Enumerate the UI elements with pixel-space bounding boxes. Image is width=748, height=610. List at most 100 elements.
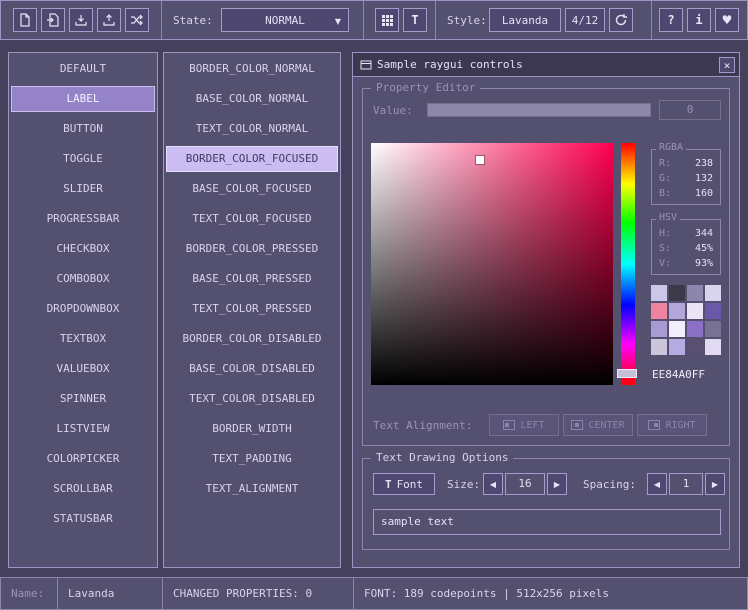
- control-item-toggle[interactable]: TOGGLE: [11, 146, 155, 172]
- property-item-base-color-disabled[interactable]: BASE_COLOR_DISABLED: [166, 356, 338, 382]
- load-style-button[interactable]: [41, 8, 65, 32]
- color-picker-cursor[interactable]: [476, 156, 484, 164]
- properties-list-panel: BORDER_COLOR_NORMAL BASE_COLOR_NORMAL TE…: [163, 52, 341, 568]
- palette-swatch[interactable]: [687, 339, 703, 355]
- chevron-down-icon: ▼: [335, 17, 341, 26]
- palette-swatch[interactable]: [669, 285, 685, 301]
- control-item-checkbox[interactable]: CHECKBOX: [11, 236, 155, 262]
- help-button[interactable]: ?: [659, 8, 683, 32]
- size-value-box[interactable]: 16: [505, 473, 545, 495]
- property-item-border-color-pressed[interactable]: BORDER_COLOR_PRESSED: [166, 236, 338, 262]
- control-item-colorpicker[interactable]: COLORPICKER: [11, 446, 155, 472]
- export-file-icon: [102, 13, 116, 27]
- color-palette: [651, 285, 721, 355]
- new-style-button[interactable]: [13, 8, 37, 32]
- sample-text-input[interactable]: sample text: [373, 509, 721, 535]
- palette-swatch[interactable]: [705, 285, 721, 301]
- right-arrow-icon: ▶: [554, 480, 560, 489]
- palette-swatch[interactable]: [651, 339, 667, 355]
- sample-window-titlebar[interactable]: Sample raygui controls ×: [353, 53, 739, 77]
- align-right-button[interactable]: RIGHT: [637, 414, 707, 436]
- state-value: NORMAL: [265, 14, 305, 27]
- palette-swatch[interactable]: [651, 321, 667, 337]
- export-style-button[interactable]: [97, 8, 121, 32]
- palette-swatch[interactable]: [687, 303, 703, 319]
- style-index-value: 4/12: [572, 14, 599, 27]
- spacing-increase-button[interactable]: ▶: [705, 473, 725, 495]
- palette-swatch[interactable]: [669, 303, 685, 319]
- random-style-button[interactable]: [125, 8, 149, 32]
- font-view-button[interactable]: T: [403, 8, 427, 32]
- palette-swatch[interactable]: [687, 321, 703, 337]
- control-item-dropdownbox[interactable]: DROPDOWNBOX: [11, 296, 155, 322]
- property-item-text-color-normal[interactable]: TEXT_COLOR_NORMAL: [166, 116, 338, 142]
- sponsor-button[interactable]: ♥: [715, 8, 739, 32]
- property-item-border-color-disabled[interactable]: BORDER_COLOR_DISABLED: [166, 326, 338, 352]
- question-icon: ?: [667, 13, 674, 27]
- palette-swatch[interactable]: [705, 303, 721, 319]
- control-item-progressbar[interactable]: PROGRESSBAR: [11, 206, 155, 232]
- save-file-icon: [74, 13, 88, 27]
- align-center-button[interactable]: CENTER: [563, 414, 633, 436]
- palette-swatch[interactable]: [651, 285, 667, 301]
- control-item-button[interactable]: BUTTON: [11, 116, 155, 142]
- control-item-valuebox[interactable]: VALUEBOX: [11, 356, 155, 382]
- value-slider[interactable]: [427, 103, 651, 117]
- control-item-spinner[interactable]: SPINNER: [11, 386, 155, 412]
- hue-slider-handle[interactable]: [617, 369, 637, 378]
- property-item-border-color-normal[interactable]: BORDER_COLOR_NORMAL: [166, 56, 338, 82]
- control-item-statusbar[interactable]: STATUSBAR: [11, 506, 155, 532]
- property-item-base-color-pressed[interactable]: BASE_COLOR_PRESSED: [166, 266, 338, 292]
- control-item-label[interactable]: LABEL: [11, 86, 155, 112]
- spacing-decrease-button[interactable]: ◀: [647, 473, 667, 495]
- property-item-border-color-focused[interactable]: BORDER_COLOR_FOCUSED: [166, 146, 338, 172]
- control-item-combobox[interactable]: COMBOBOX: [11, 266, 155, 292]
- property-item-text-alignment[interactable]: TEXT_ALIGNMENT: [166, 476, 338, 502]
- control-item-slider[interactable]: SLIDER: [11, 176, 155, 202]
- property-item-text-color-disabled[interactable]: TEXT_COLOR_DISABLED: [166, 386, 338, 412]
- property-item-base-color-focused[interactable]: BASE_COLOR_FOCUSED: [166, 176, 338, 202]
- size-decrease-button[interactable]: ◀: [483, 473, 503, 495]
- property-item-text-color-pressed[interactable]: TEXT_COLOR_PRESSED: [166, 296, 338, 322]
- statusbar-style-name[interactable]: Lavanda: [57, 577, 163, 610]
- reload-style-button[interactable]: [609, 8, 633, 32]
- rgba-row-r: R: 238: [652, 156, 720, 171]
- hue-bar[interactable]: [621, 143, 635, 385]
- style-name-value: Lavanda: [502, 14, 548, 27]
- close-button[interactable]: ×: [719, 57, 735, 73]
- spacing-value-box[interactable]: 1: [669, 473, 703, 495]
- control-item-textbox[interactable]: TEXTBOX: [11, 326, 155, 352]
- palette-swatch[interactable]: [687, 285, 703, 301]
- property-item-text-color-focused[interactable]: TEXT_COLOR_FOCUSED: [166, 206, 338, 232]
- sample-window-title: Sample raygui controls: [377, 58, 523, 71]
- property-item-text-padding[interactable]: TEXT_PADDING: [166, 446, 338, 472]
- property-item-base-color-normal[interactable]: BASE_COLOR_NORMAL: [166, 86, 338, 112]
- spacing-label: Spacing:: [583, 478, 636, 491]
- palette-swatch[interactable]: [669, 321, 685, 337]
- hsv-row-s: S: 45%: [652, 241, 720, 256]
- property-item-border-width[interactable]: BORDER_WIDTH: [166, 416, 338, 442]
- hex-color-value[interactable]: EE84A0FF: [652, 368, 722, 381]
- size-increase-button[interactable]: ▶: [547, 473, 567, 495]
- new-file-icon: [18, 13, 32, 27]
- control-item-default[interactable]: DEFAULT: [11, 56, 155, 82]
- left-arrow-icon: ◀: [654, 480, 660, 489]
- font-button[interactable]: T Font: [373, 473, 435, 495]
- about-button[interactable]: i: [687, 8, 711, 32]
- color-saturation-value-picker[interactable]: [371, 143, 613, 385]
- text-alignment-label: Text Alignment:: [373, 419, 472, 432]
- left-arrow-icon: ◀: [490, 480, 496, 489]
- palette-swatch[interactable]: [651, 303, 667, 319]
- align-left-button[interactable]: LEFT: [489, 414, 559, 436]
- palette-swatch[interactable]: [669, 339, 685, 355]
- style-table-button[interactable]: [375, 8, 399, 32]
- palette-swatch[interactable]: [705, 321, 721, 337]
- control-item-scrollbar[interactable]: SCROLLBAR: [11, 476, 155, 502]
- palette-swatch[interactable]: [705, 339, 721, 355]
- hsv-group: HSV H: 344 S: 45% V: 93%: [651, 219, 721, 275]
- state-dropdown[interactable]: NORMAL ▼: [221, 8, 349, 32]
- save-style-button[interactable]: [69, 8, 93, 32]
- style-name-box[interactable]: Lavanda: [489, 8, 561, 32]
- control-item-listview[interactable]: LISTVIEW: [11, 416, 155, 442]
- value-box[interactable]: 0: [659, 100, 721, 120]
